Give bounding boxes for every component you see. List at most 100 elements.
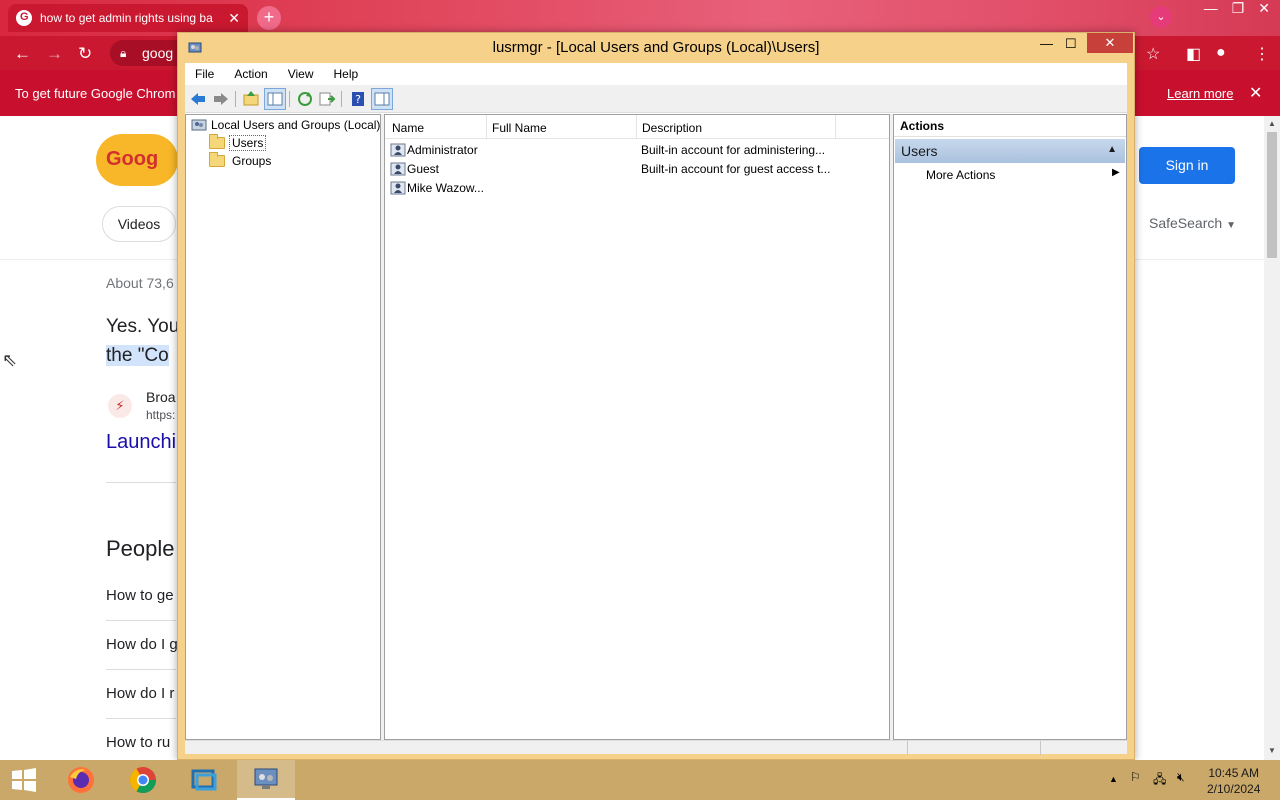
- column-description[interactable]: Description: [642, 121, 702, 135]
- tab-close-icon[interactable]: ✕: [228, 10, 240, 27]
- learn-more-link[interactable]: Learn more: [1167, 86, 1233, 101]
- console-tree: Local Users and Groups (Local) Users Gro…: [185, 114, 381, 740]
- table-row[interactable]: Administrator Built-in account for admin…: [385, 141, 889, 160]
- user-account-icon: [390, 181, 406, 195]
- actions-group-label: Users: [901, 143, 938, 159]
- scroll-up-icon[interactable]: ▲: [1268, 119, 1276, 128]
- featured-snippet: Yes. You the "Co: [106, 312, 179, 370]
- back-arrow-icon[interactable]: [188, 89, 208, 109]
- column-divider[interactable]: [636, 115, 637, 139]
- tree-item-root[interactable]: Local Users and Groups (Local): [191, 116, 380, 133]
- taskbar: ▲ ⚐ 🖧︎ 🔇︎ 10:45 AM 2/10/2024: [0, 760, 1280, 800]
- safesearch-dropdown[interactable]: SafeSearch ▼: [1149, 215, 1236, 231]
- google-doodle-logo[interactable]: Goog: [96, 134, 178, 186]
- user-name: Guest: [407, 162, 440, 176]
- toolbar: ?: [185, 85, 1127, 113]
- menu-action[interactable]: Action: [224, 63, 277, 85]
- user-description: Built-in account for administering...: [641, 143, 826, 157]
- refresh-icon[interactable]: [295, 89, 315, 109]
- tree-groups-label: Groups: [232, 153, 272, 168]
- status-divider: [1040, 741, 1041, 755]
- network-icon[interactable]: 🖧︎: [1153, 770, 1166, 791]
- paa-question[interactable]: How to ru: [106, 734, 170, 751]
- chrome-taskbar-icon[interactable]: [114, 760, 172, 800]
- source-url: https:: [146, 408, 176, 422]
- restore-icon[interactable]: ❐: [1232, 0, 1245, 17]
- scroll-down-icon[interactable]: ▼: [1268, 746, 1276, 755]
- tab-search-icon[interactable]: ⌄: [1150, 6, 1172, 28]
- table-row[interactable]: Mike Wazow...: [385, 179, 889, 198]
- paa-question[interactable]: How do I r: [106, 685, 174, 702]
- browser-tab[interactable]: how to get admin rights using ba ✕: [8, 4, 248, 32]
- minimize-icon[interactable]: —: [1204, 0, 1218, 17]
- windows-start-icon[interactable]: [10, 768, 38, 792]
- paa-question[interactable]: How to ge: [106, 587, 174, 604]
- tree-item-groups[interactable]: Groups: [209, 151, 273, 169]
- menu-file[interactable]: File: [185, 63, 224, 85]
- people-also-ask-heading: People: [106, 536, 175, 561]
- videos-filter-chip[interactable]: Videos: [102, 206, 176, 242]
- menu-kebab-icon[interactable]: ⋮: [1254, 44, 1270, 64]
- address-text: goog: [142, 45, 174, 61]
- chevron-down-icon: ▼: [1226, 220, 1236, 231]
- status-divider: [907, 741, 908, 755]
- show-hidden-icons-icon[interactable]: ▲: [1109, 774, 1118, 784]
- profile-icon[interactable]: ●: [1216, 44, 1226, 62]
- help-icon[interactable]: ?: [348, 89, 368, 109]
- column-full-name[interactable]: Full Name: [492, 121, 547, 135]
- page-scrollbar[interactable]: ▲ ▼: [1264, 116, 1280, 760]
- reload-icon[interactable]: ↻: [78, 44, 92, 64]
- new-tab-button[interactable]: +: [257, 6, 281, 30]
- user-account-icon: [390, 143, 406, 157]
- tree-item-users[interactable]: Users: [209, 133, 267, 151]
- scrollbar-thumb[interactable]: [1267, 132, 1277, 258]
- firefox-taskbar-icon[interactable]: [52, 760, 110, 800]
- window-titlebar[interactable]: lusrmgr - [Local Users and Groups (Local…: [178, 33, 1134, 62]
- export-list-icon[interactable]: [317, 89, 337, 109]
- menu-view[interactable]: View: [278, 63, 324, 85]
- svg-text:?: ?: [355, 93, 361, 106]
- back-icon[interactable]: ←: [14, 44, 31, 64]
- list-header: Name Full Name Description: [385, 115, 889, 139]
- mouse-cursor-icon: ⇖: [2, 350, 18, 370]
- pane-container: Local Users and Groups (Local) Users Gro…: [185, 114, 1127, 740]
- column-divider[interactable]: [835, 115, 836, 139]
- column-name[interactable]: Name: [392, 121, 424, 135]
- forward-arrow-icon[interactable]: [211, 89, 231, 109]
- table-row[interactable]: Guest Built-in account for guest access …: [385, 160, 889, 179]
- vm-icon: [191, 769, 217, 791]
- infobar-close-icon[interactable]: ✕: [1249, 83, 1262, 103]
- minimize-icon[interactable]: —: [1040, 36, 1053, 51]
- lusrmgr-taskbar-icon[interactable]: [237, 760, 295, 800]
- collapse-caret-icon[interactable]: ▲: [1107, 144, 1117, 155]
- paa-question[interactable]: How do I g: [106, 636, 178, 653]
- close-button[interactable]: ✕: [1087, 33, 1133, 53]
- close-icon[interactable]: ✕: [1258, 0, 1270, 17]
- source-favicon-icon: ⚡︎: [108, 394, 132, 418]
- column-divider[interactable]: [486, 115, 487, 139]
- vmware-taskbar-icon[interactable]: [175, 760, 233, 800]
- maximize-icon[interactable]: ☐: [1065, 36, 1077, 52]
- forward-icon[interactable]: →: [46, 44, 63, 64]
- infobar-message: To get future Google Chrom: [15, 86, 176, 101]
- system-clock[interactable]: 10:45 AM 2/10/2024: [1207, 765, 1260, 797]
- clock-time: 10:45 AM: [1208, 766, 1260, 780]
- more-actions-item[interactable]: More Actions: [926, 168, 995, 182]
- chrome-icon: [129, 767, 157, 794]
- actions-group-users[interactable]: Users ▲: [895, 139, 1125, 163]
- show-hide-console-tree-icon[interactable]: [264, 88, 286, 110]
- result-link[interactable]: Launchi: [106, 431, 176, 454]
- tree-root-label: Local Users and Groups (Local): [211, 117, 381, 132]
- menu-help[interactable]: Help: [324, 63, 369, 85]
- lusrmgr-window: lusrmgr - [Local Users and Groups (Local…: [177, 32, 1135, 760]
- show-hide-action-pane-icon[interactable]: [371, 88, 393, 110]
- up-folder-icon[interactable]: [241, 89, 261, 109]
- action-center-flag-icon[interactable]: ⚐: [1130, 770, 1141, 784]
- user-name: Administrator: [407, 143, 478, 157]
- bookmark-star-icon[interactable]: ☆: [1146, 44, 1160, 64]
- sign-in-button[interactable]: Sign in: [1139, 147, 1235, 184]
- results-count: About 73,6: [106, 275, 174, 291]
- volume-muted-icon[interactable]: 🔇︎: [1177, 770, 1185, 785]
- window-title: lusrmgr - [Local Users and Groups (Local…: [492, 39, 820, 56]
- side-panel-icon[interactable]: ◧: [1186, 44, 1201, 64]
